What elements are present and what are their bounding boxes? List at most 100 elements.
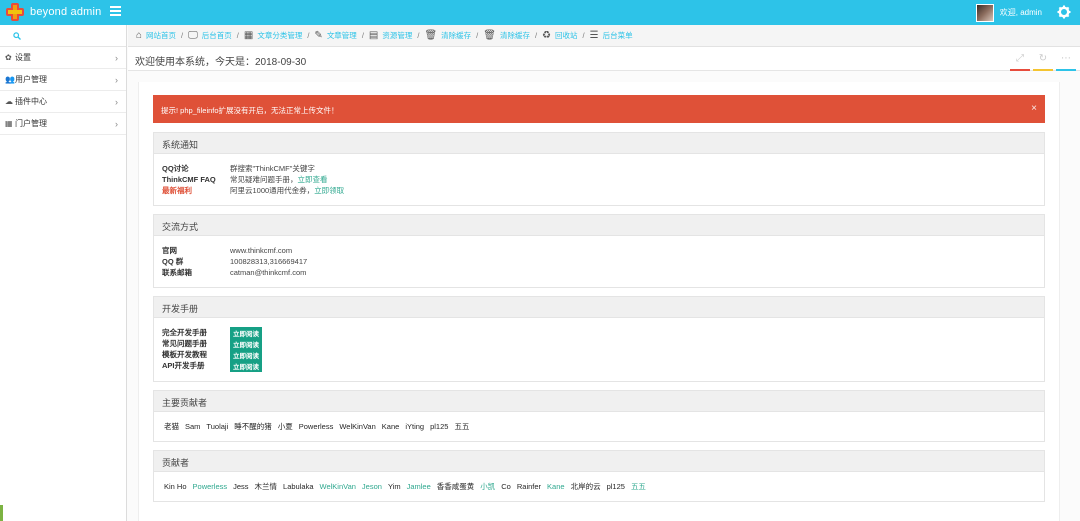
crumb-assets[interactable]: ▤ 资源管理 [369, 30, 412, 41]
crumb-admin-home[interactable]: 🖵 后台首页 [188, 30, 232, 41]
contributor-name: 五五 [454, 422, 470, 431]
contributor-name: 小夏 [277, 422, 293, 431]
main-contributor-list: 老猫 Sam Tuolaji 睡不醒的猪 小夏 Powerless WelKin… [154, 412, 1044, 441]
website-link[interactable]: www.thinkcmf.com [230, 246, 292, 255]
panel-title: 贡献者 [154, 451, 1044, 472]
sidebar-item-label: 门户管理 [15, 119, 47, 128]
faq-link[interactable]: 立即查看 [298, 174, 328, 185]
panel-dev-docs: 开发手册 完全开发手册 立即阅读 常见问题手册 立即阅读 模板开发教程 立即阅读… [153, 296, 1045, 382]
contributor-name: pl125 [430, 422, 449, 431]
panel-title: 开发手册 [154, 297, 1044, 318]
refresh-icon[interactable]: ↻ [1033, 51, 1053, 71]
breadcrumb-separator: / [307, 31, 310, 40]
breadcrumb-separator: / [417, 31, 420, 40]
sidebar-search[interactable] [0, 25, 126, 47]
close-icon[interactable]: × [1031, 103, 1037, 114]
crumb-clear-cache-2[interactable]: 🗑 清除缓存 [483, 30, 530, 41]
trash-icon: 🗑 [483, 30, 496, 41]
contributor-name: 香香咸蛋黄 [436, 482, 475, 491]
sidebar: ✿ 设置 › 👥 用户管理 › ☁ 插件中心 › ▦ 门户管理 › [0, 25, 127, 521]
contributor-link[interactable]: 小凯 [480, 481, 495, 492]
contributor-link[interactable]: Jamlee [407, 482, 431, 491]
brand-logo[interactable]: beyond admin [4, 2, 102, 22]
contributor-name: Rainfer [516, 482, 542, 491]
contributor-name: 北岸的云 [570, 482, 601, 491]
page-header: 欢迎使用本系统，今天是：2018-09-30 ⤢ ↻ ⋯ [128, 47, 1080, 71]
contributor-link[interactable]: Kane [547, 482, 565, 491]
pencil-icon: ✎ [314, 30, 323, 41]
fullscreen-icon[interactable]: ⤢ [1010, 51, 1030, 71]
user-menu[interactable]: 欢迎, admin [975, 2, 1042, 23]
contributor-link[interactable]: Jeson [362, 482, 382, 491]
breadcrumb-separator: / [476, 31, 479, 40]
gear-icon[interactable] [1057, 5, 1071, 19]
contributor-name: iYting [405, 422, 425, 431]
contributor-name: Powerless [298, 422, 334, 431]
docs-row: API开发手册 立即阅读 [162, 359, 1036, 372]
gears-icon: ✿ [5, 53, 12, 62]
sidebar-item-label: 用户管理 [15, 75, 47, 84]
brand-name: beyond admin [30, 6, 102, 18]
sidebar-item-label: 设置 [15, 53, 31, 62]
alert-text: 提示! php_fileinfo扩展没有开启，无法正常上传文件！ [161, 106, 339, 115]
contributor-name: Co [501, 482, 511, 491]
docs-row: 模板开发教程 立即阅读 [162, 348, 1036, 361]
panel-contributors: 贡献者 Kin Ho Powerless Jess 木兰情 Labulaka W… [153, 450, 1045, 502]
header-tools: ⤢ ↻ ⋯ [1007, 51, 1076, 71]
sidebar-item-portal[interactable]: ▦ 门户管理 › [0, 113, 126, 135]
breadcrumb-separator: / [361, 31, 364, 40]
contributor-name: Sam [185, 422, 201, 431]
chevron-right-icon: › [115, 97, 118, 107]
crumb-site-home[interactable]: ⌂ 网站首页 [136, 30, 176, 41]
panel-title: 交流方式 [154, 215, 1044, 236]
avatar [975, 3, 994, 22]
crumb-articles[interactable]: ✎ 文章管理 [314, 30, 356, 41]
collapse-icon[interactable]: ⋯ [1056, 51, 1076, 71]
sidebar-toggle-icon[interactable] [110, 6, 121, 18]
search-icon[interactable] [13, 32, 21, 40]
contributor-name: Jess [233, 482, 249, 491]
breadcrumb-separator: / [181, 31, 184, 40]
cloud-icon: ☁ [5, 97, 13, 106]
top-navbar: beyond admin 欢迎, admin [0, 0, 1080, 25]
home-icon: ⌂ [136, 30, 143, 41]
crumb-recycle-bin[interactable]: ♻ 回收站 [542, 30, 577, 41]
contributor-name: Tuolaji [206, 422, 229, 431]
contributor-name: 睡不醒的猪 [234, 422, 272, 431]
contributor-name: Kin Ho [164, 482, 187, 491]
contributor-link[interactable]: Powerless [193, 482, 228, 491]
sidebar-item-plugins[interactable]: ☁ 插件中心 › [0, 91, 126, 113]
alert-php-fileinfo: 提示! php_fileinfo扩展没有开启，无法正常上传文件！ × [153, 95, 1045, 123]
contributor-link[interactable]: 五五 [631, 481, 646, 492]
coupon-link[interactable]: 立即领取 [314, 185, 344, 196]
sidebar-item-users[interactable]: 👥 用户管理 › [0, 69, 126, 91]
contributor-name: Labulaka [283, 482, 314, 491]
main-content: 提示! php_fileinfo扩展没有开启，无法正常上传文件！ × 系统通知 … [138, 82, 1060, 521]
contributor-name: Kane [381, 422, 400, 431]
list-icon: ☰ [589, 30, 599, 41]
breadcrumb-separator: / [534, 31, 538, 40]
welcome-user-text: 欢迎, admin [999, 8, 1042, 17]
page-title: 欢迎使用本系统，今天是：2018-09-30 [135, 57, 307, 68]
crumb-category[interactable]: ▦ 文章分类管理 [244, 30, 302, 41]
breadcrumb-separator: / [236, 31, 239, 40]
breadcrumb: ⌂ 网站首页 / 🖵 后台首页 / ▦ 文章分类管理 / ✎ 文章管理 / ▤ 资源管理 … [128, 25, 1080, 47]
contributor-name: pl125 [606, 482, 625, 491]
contributor-name: 老猫 [164, 422, 179, 431]
sidebar-item-settings[interactable]: ✿ 设置 › [0, 47, 126, 69]
panel-main-contributors: 主要贡献者 老猫 Sam Tuolaji 睡不醒的猪 小夏 Powerless … [153, 390, 1045, 442]
chevron-right-icon: › [115, 75, 118, 85]
desktop-icon: 🖵 [188, 30, 198, 41]
crumb-admin-menu[interactable]: ☰ 后台菜单 [590, 30, 633, 41]
panel-contact: 交流方式 官网 www.thinkcmf.com QQ 群 100828313,… [153, 214, 1045, 288]
chevron-right-icon: › [115, 53, 118, 63]
contact-row: QQ 群 100828313,316669417 [162, 257, 308, 266]
crumb-clear-cache[interactable]: 🗑 清除缓存 [424, 30, 471, 41]
logo-cross-icon [6, 3, 24, 21]
panel-title: 系统通知 [154, 133, 1044, 154]
th-icon: ▦ [5, 119, 13, 128]
contributor-link[interactable]: WelKinVan [320, 482, 356, 491]
read-now-button[interactable]: 立即阅读 [230, 359, 262, 372]
docs-row: 常见问题手册 立即阅读 [162, 337, 1036, 350]
contributor-name: 木兰情 [254, 482, 278, 491]
